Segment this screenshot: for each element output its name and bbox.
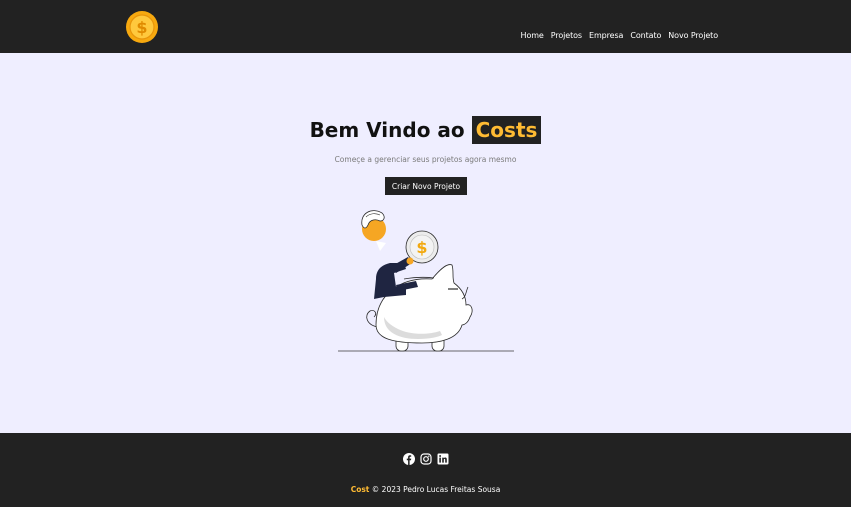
social-item-facebook [402,450,415,465]
social-item-instagram [419,450,432,465]
hero-title: Bem Vindo ao Costs [0,116,851,144]
create-project-button[interactable]: Criar Novo Projeto [385,177,467,195]
hero-subtitle: Começe a gerenciar seus projetos agora m… [334,155,517,164]
nav-link-empresa[interactable]: Empresa [589,31,623,40]
nav-item-projetos: Projetos [551,23,582,42]
nav-link-contato[interactable]: Contato [630,31,661,40]
copyright: Cost © 2023 Pedro Lucas Freitas Sousa [0,485,851,494]
copyright-brand: Cost [350,485,370,494]
social-list [0,450,851,465]
svg-text:$: $ [136,18,147,37]
linkedin-icon[interactable] [437,453,449,465]
facebook-icon[interactable] [402,453,415,465]
piggy-bank-illustration: $ [338,210,514,352]
hero-title-prefix: Bem Vindo ao [309,118,465,142]
nav-links: Home Projetos Empresa Contato Novo Proje… [521,23,719,42]
svg-text:$: $ [416,238,427,257]
nav-item-home: Home [521,23,544,42]
hero-section: Bem Vindo ao Costs Começe a gerenciar se… [0,53,851,433]
nav-link-home[interactable]: Home [521,31,544,40]
social-item-linkedin [437,450,449,465]
navbar: $ Home Projetos Empresa Contato Novo Pro… [0,0,851,53]
instagram-icon[interactable] [419,453,432,465]
hero-title-brand: Costs [471,116,542,144]
nav-item-novo-projeto: Novo Projeto [668,23,718,42]
coin-dollar-icon[interactable]: $ [126,11,158,43]
nav-item-empresa: Empresa [589,23,623,42]
footer: Cost © 2023 Pedro Lucas Freitas Sousa [0,433,851,507]
nav-item-contato: Contato [630,23,661,42]
copyright-text: © 2023 Pedro Lucas Freitas Sousa [371,485,501,494]
nav-link-novo-projeto[interactable]: Novo Projeto [668,31,718,40]
nav-link-projetos[interactable]: Projetos [551,31,582,40]
